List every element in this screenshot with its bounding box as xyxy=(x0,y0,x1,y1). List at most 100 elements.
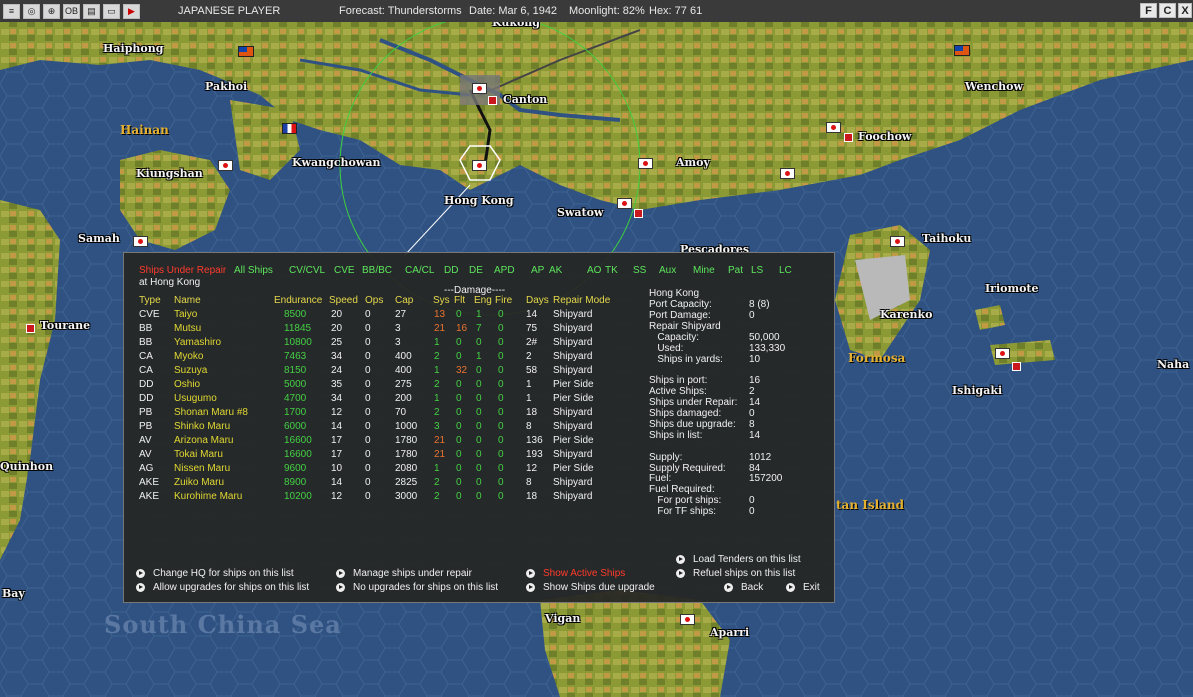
filter-lc[interactable]: LC xyxy=(779,265,792,276)
col-speed[interactable]: Speed xyxy=(329,295,358,306)
cell-name[interactable]: Taiyo xyxy=(174,309,197,320)
combat-button[interactable]: C xyxy=(1159,3,1176,18)
target-icon[interactable]: ⊕ xyxy=(43,3,60,19)
load-tenders-button[interactable]: Load Tenders on this list xyxy=(676,554,801,565)
cell-name[interactable]: Mutsu xyxy=(174,323,201,334)
cell-name[interactable]: Usugumo xyxy=(174,393,217,404)
change-hq-button[interactable]: Change HQ for ships on this list xyxy=(136,568,294,579)
japan-flag-icon[interactable] xyxy=(472,83,487,94)
cell-name[interactable]: Zuiko Maru xyxy=(174,477,224,488)
base-icon[interactable] xyxy=(844,133,853,142)
table-row[interactable]: CA Myoko 7463 34 0 400 2 0 1 0 2 Shipyard xyxy=(124,351,634,365)
manage-repair-button[interactable]: Manage ships under repair xyxy=(336,568,472,579)
table-row[interactable]: AKE Kurohime Maru 10200 12 0 3000 2 0 0 0 18 Shipya… xyxy=(124,491,634,505)
show-active-ships-button[interactable]: Show Active Ships xyxy=(526,568,625,579)
col-cap[interactable]: Cap xyxy=(395,295,413,306)
japan-flag-icon[interactable] xyxy=(638,158,653,169)
cell-name[interactable]: Kurohime Maru xyxy=(174,491,242,502)
refuel-button[interactable]: Refuel ships on this list xyxy=(676,568,795,579)
japan-flag-icon[interactable] xyxy=(680,614,695,625)
filter-bb-bc[interactable]: BB/BC xyxy=(362,265,392,276)
filter-de[interactable]: DE xyxy=(469,265,483,276)
col-repair-mode[interactable]: Repair Mode xyxy=(553,295,610,306)
cell-sys: 21 xyxy=(434,435,446,446)
table-row[interactable]: AV Tokai Maru 16600 17 0 1780 21 0 0 0 193 Shipyard xyxy=(124,449,634,463)
cell-name[interactable]: Nissen Maru xyxy=(174,463,230,474)
china-flag-icon[interactable] xyxy=(954,45,970,56)
filter-ships-under-repair[interactable]: Ships Under Repair xyxy=(139,265,226,276)
allow-upgrades-button[interactable]: Allow upgrades for ships on this list xyxy=(136,582,309,593)
filter-pat[interactable]: Pat xyxy=(728,265,743,276)
table-row[interactable]: PB Shonan Maru #8 1700 12 0 70 2 0 0 0 18 Shipyard xyxy=(124,407,634,421)
cell-name[interactable]: Yamashiro xyxy=(174,337,221,348)
play-icon[interactable]: ▶ xyxy=(123,3,140,19)
close-button[interactable]: X xyxy=(1178,3,1192,18)
cell-name[interactable]: Myoko xyxy=(174,351,203,362)
filter-all-ships[interactable]: All Ships xyxy=(234,265,273,276)
cell-name[interactable]: Arizona Maru xyxy=(174,435,233,446)
france-flag-icon[interactable] xyxy=(282,123,297,134)
table-row[interactable]: AV Arizona Maru 16600 17 0 1780 21 0 0 0 136 Pier S… xyxy=(124,435,634,449)
japan-flag-icon[interactable] xyxy=(133,236,148,247)
japan-flag-icon[interactable] xyxy=(780,168,795,179)
ships-icon[interactable]: ≡ xyxy=(3,3,20,19)
col-name[interactable]: Name xyxy=(174,295,201,306)
filter-cv-cvl[interactable]: CV/CVL xyxy=(289,265,325,276)
table-row[interactable]: BB Mutsu 11845 20 0 3 21 16 7 0 75 Shipyard xyxy=(124,323,634,337)
fleet-button[interactable]: F xyxy=(1140,3,1157,18)
screen-icon[interactable]: ▭ xyxy=(103,3,120,19)
base-icon[interactable] xyxy=(1012,362,1021,371)
filter-mine[interactable]: Mine xyxy=(693,265,715,276)
filter-cve[interactable]: CVE xyxy=(334,265,355,276)
filter-dd[interactable]: DD xyxy=(444,265,458,276)
base-icon[interactable] xyxy=(26,324,35,333)
table-row[interactable]: CVE Taiyo 8500 20 0 27 13 0 1 0 14 Shipyard xyxy=(124,309,634,323)
table-row[interactable]: PB Shinko Maru 6000 14 0 1000 3 0 0 0 8 Shipyard xyxy=(124,421,634,435)
japan-flag-icon[interactable] xyxy=(890,236,905,247)
database-icon[interactable]: ▤ xyxy=(83,3,100,19)
filter-ls[interactable]: LS xyxy=(751,265,763,276)
japan-flag-icon[interactable] xyxy=(218,160,233,171)
filter-ca-cl[interactable]: CA/CL xyxy=(405,265,434,276)
table-row[interactable]: CA Suzuya 8150 24 0 400 1 32 0 0 58 Shipyard xyxy=(124,365,634,379)
filter-aux[interactable]: Aux xyxy=(659,265,676,276)
cell-name[interactable]: Tokai Maru xyxy=(174,449,223,460)
japan-flag-icon[interactable] xyxy=(472,160,487,171)
china-flag-icon[interactable] xyxy=(238,46,254,57)
filter-ss[interactable]: SS xyxy=(633,265,646,276)
filter-tk[interactable]: TK xyxy=(605,265,618,276)
no-upgrades-button[interactable]: No upgrades for ships on this list xyxy=(336,582,498,593)
show-due-upgrade-button[interactable]: Show Ships due upgrade xyxy=(526,582,655,593)
filter-ao[interactable]: AO xyxy=(587,265,601,276)
table-row[interactable]: AKE Zuiko Maru 8900 14 0 2825 2 0 0 0 8 Shipyard xyxy=(124,477,634,491)
col-eng[interactable]: Eng xyxy=(474,295,492,306)
japan-flag-icon[interactable] xyxy=(826,122,841,133)
japan-flag-icon[interactable] xyxy=(995,348,1010,359)
col-flt[interactable]: Flt xyxy=(454,295,465,306)
table-row[interactable]: BB Yamashiro 10800 25 0 3 1 0 0 0 2# Shipyard xyxy=(124,337,634,351)
cell-name[interactable]: Shinko Maru xyxy=(174,421,230,432)
col-ops[interactable]: Ops xyxy=(365,295,383,306)
globe-icon[interactable]: ◎ xyxy=(23,3,40,19)
table-row[interactable]: DD Oshio 5000 35 0 275 2 0 0 0 1 Pier Side xyxy=(124,379,634,393)
col-days[interactable]: Days xyxy=(526,295,549,306)
base-icon[interactable] xyxy=(488,96,497,105)
filter-apd[interactable]: APD xyxy=(494,265,515,276)
cell-name[interactable]: Oshio xyxy=(174,379,200,390)
col-endurance[interactable]: Endurance xyxy=(274,295,322,306)
table-row[interactable]: AG Nissen Maru 9600 10 0 2080 1 0 0 0 12 Pier Side xyxy=(124,463,634,477)
japan-flag-icon[interactable] xyxy=(617,198,632,209)
cell-days: 136 xyxy=(526,435,543,446)
col-type[interactable]: Type xyxy=(139,295,161,306)
col-fire[interactable]: Fire xyxy=(495,295,512,306)
back-button[interactable]: Back xyxy=(724,582,763,593)
filter-ap[interactable]: AP xyxy=(531,265,544,276)
col-sys[interactable]: Sys xyxy=(433,295,450,306)
ob-icon[interactable]: OB xyxy=(63,3,80,19)
cell-name[interactable]: Shonan Maru #8 xyxy=(174,407,248,418)
filter-ak[interactable]: AK xyxy=(549,265,562,276)
table-row[interactable]: DD Usugumo 4700 34 0 200 1 0 0 0 1 Pier Side xyxy=(124,393,634,407)
base-icon[interactable] xyxy=(634,209,643,218)
cell-name[interactable]: Suzuya xyxy=(174,365,207,376)
exit-button[interactable]: Exit xyxy=(786,582,820,593)
